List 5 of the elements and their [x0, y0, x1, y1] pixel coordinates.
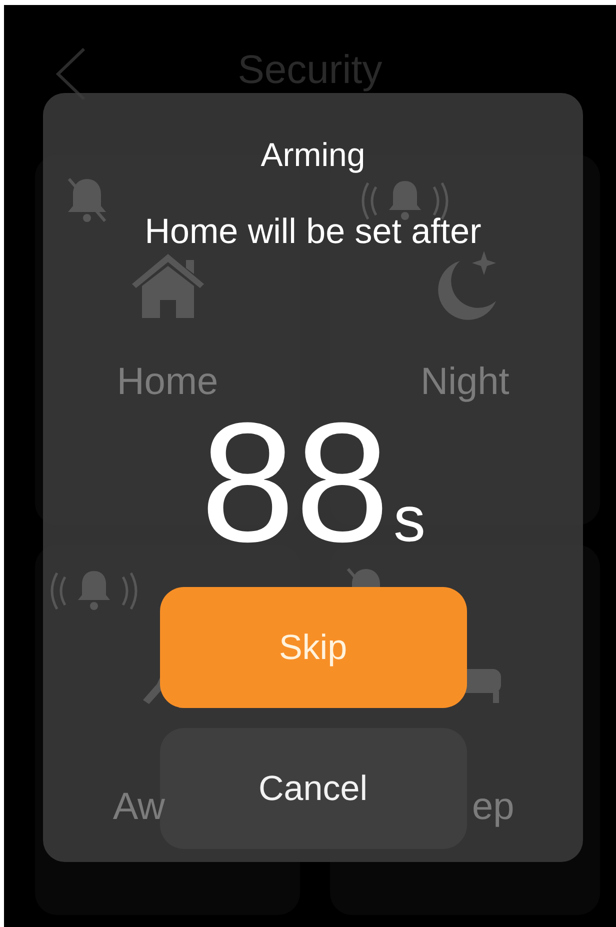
- dialog-message: Home will be set after: [144, 211, 482, 253]
- mode-label: ep: [472, 785, 514, 829]
- dialog-title: Arming: [260, 135, 366, 175]
- mode-label: Night: [420, 360, 510, 404]
- countdown-unit: s: [394, 482, 426, 556]
